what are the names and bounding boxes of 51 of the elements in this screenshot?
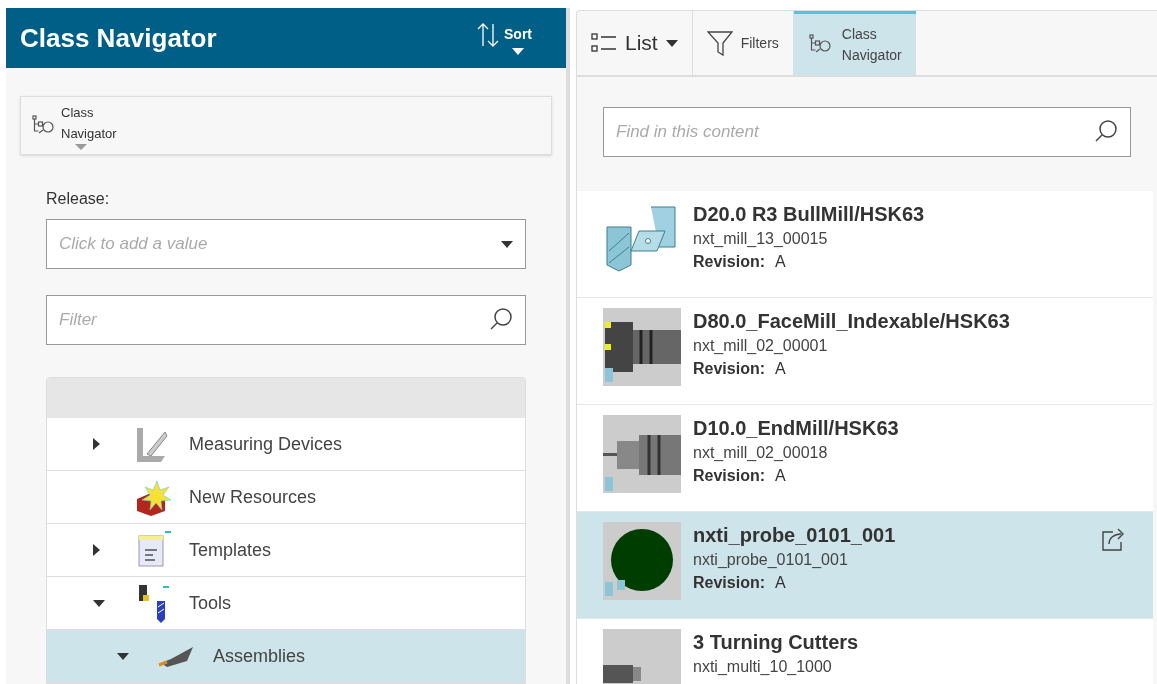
navigator-button[interactable]: Class Navigator xyxy=(793,11,916,75)
item-title: 3 Turning Cutters xyxy=(693,630,860,655)
tree-item[interactable]: Assemblies xyxy=(47,630,525,683)
filters-button[interactable]: Filters xyxy=(692,11,794,75)
tree-item[interactable]: New Resources xyxy=(47,471,525,524)
item-title: D10.0_EndMill/HSK63 xyxy=(693,416,900,441)
revision-label: Revision: xyxy=(693,466,765,486)
panel-title: Class Navigator xyxy=(20,21,217,55)
revision-value: A xyxy=(775,252,786,272)
caret-icon xyxy=(512,47,524,55)
tree-item-label: Assemblies xyxy=(213,644,306,668)
caret-icon xyxy=(501,240,513,248)
navigator-label: Navigator xyxy=(61,124,117,143)
list-icon xyxy=(591,33,617,53)
sort-button[interactable]: Sort xyxy=(476,21,532,55)
caret-icon[interactable] xyxy=(93,544,100,556)
tree-item-label: Measuring Devices xyxy=(189,432,343,456)
item-id: nxt_mill_02_00001 xyxy=(693,336,829,356)
release-label: Release: xyxy=(46,189,111,209)
revision-value: A xyxy=(775,466,786,486)
result-item[interactable]: nxti_probe_0101_001 nxti_probe_0101_001 Revision: A xyxy=(577,512,1153,619)
revision-label: Revision: xyxy=(693,573,765,593)
tree-item[interactable]: Tools xyxy=(47,577,525,630)
item-title: D80.0_FaceMill_Indexable/HSK63 xyxy=(693,309,1011,334)
revision-value: A xyxy=(775,359,786,379)
navigator-card[interactable]: Class Navigator xyxy=(20,96,552,155)
item-id: nxt_mill_02_00018 xyxy=(693,443,829,463)
caret-icon[interactable] xyxy=(117,652,129,660)
caret-icon[interactable] xyxy=(93,599,105,607)
caret-icon[interactable] xyxy=(93,438,100,450)
filter-icon xyxy=(706,29,733,57)
tree-item[interactable]: Measuring Devices xyxy=(47,418,525,471)
item-title: D20.0 R3 BullMill/HSK63 xyxy=(693,202,926,227)
tree-item[interactable]: Templates xyxy=(47,524,525,577)
tree-item-label: New Resources xyxy=(189,485,317,509)
caret-icon xyxy=(75,143,87,150)
revision-label: Revision: xyxy=(693,359,765,379)
tree-item-label: Tools xyxy=(189,591,232,615)
item-id: nxti_multi_10_1000 xyxy=(693,657,833,677)
navigator-label: Class xyxy=(61,103,95,122)
list-button[interactable]: List xyxy=(577,11,693,75)
tree-item-label: Templates xyxy=(189,538,272,562)
sort-icon xyxy=(476,21,500,48)
item-id: nxt_mill_13_00015 xyxy=(693,229,829,249)
revision-value: A xyxy=(775,573,786,593)
filter-field[interactable]: Filter xyxy=(46,295,526,345)
caret-icon xyxy=(665,39,678,47)
revision-label: Revision: xyxy=(693,252,765,272)
search-field[interactable]: Find in this content xyxy=(603,107,1131,157)
item-title: nxti_probe_0101_001 xyxy=(693,523,897,548)
item-id: nxti_probe_0101_001 xyxy=(693,550,849,570)
